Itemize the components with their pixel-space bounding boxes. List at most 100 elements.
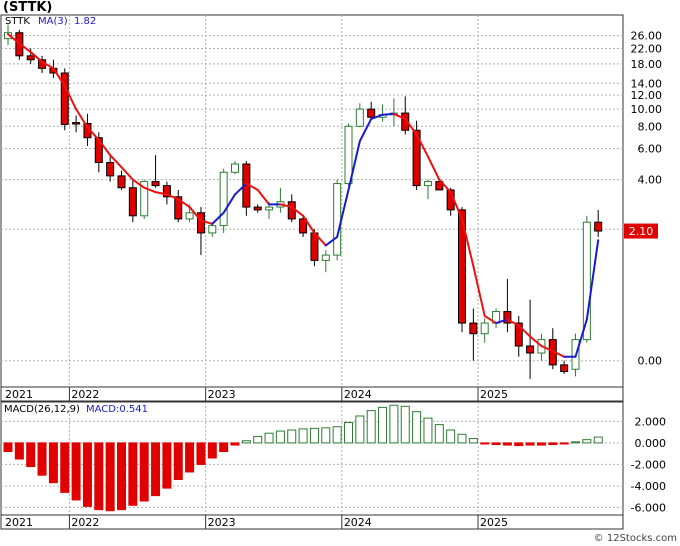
macd-bar-negative xyxy=(37,442,47,476)
price-badge-label: 2.10 xyxy=(629,225,654,238)
macd-bar-negative xyxy=(82,442,92,507)
candle-body-down xyxy=(26,55,35,61)
watermark: © 12Stocks.com xyxy=(594,533,677,544)
candle xyxy=(582,215,591,343)
macd-bar-positive xyxy=(344,421,353,444)
macd-bar-negative xyxy=(514,442,524,447)
macd-bar-negative xyxy=(94,442,104,511)
price-y-tick-label: 10.00 xyxy=(631,103,663,116)
candle-body-down xyxy=(196,212,205,234)
candle xyxy=(242,160,251,216)
macd-bar-positive xyxy=(446,429,456,444)
candle-body-down xyxy=(106,161,115,177)
macd-bar-negative xyxy=(151,442,161,497)
macd-bar-negative xyxy=(71,442,81,501)
macd-x-tick-label: 2021 xyxy=(5,516,33,529)
macd-bar-positive xyxy=(412,411,422,444)
macd-bar-negative xyxy=(128,442,138,506)
price-x-tick-label: 2025 xyxy=(480,388,508,401)
macd-bar-negative xyxy=(207,442,217,459)
candle-body-down xyxy=(560,364,569,373)
ma-segment xyxy=(381,112,395,116)
legend-ma-value: 1.82 xyxy=(74,16,96,27)
macd-bar-negative xyxy=(559,442,569,445)
candle-body-down xyxy=(72,122,81,125)
macd-bar-negative xyxy=(139,442,149,502)
macd-bar-positive xyxy=(287,429,297,444)
macd-y-tick-label: -4.000 xyxy=(631,480,666,493)
price-y-tick-label: 0.00 xyxy=(638,355,663,368)
candle-body-down xyxy=(594,221,603,232)
macd-bar-positive xyxy=(241,440,251,444)
candle-body-up xyxy=(208,225,217,234)
price-y-tick-label: 12.00 xyxy=(631,89,663,102)
macd-bar-positive xyxy=(434,424,444,444)
candle-body-up xyxy=(423,181,432,187)
candle-body-up xyxy=(355,108,364,127)
price-x-tick-label: 2024 xyxy=(344,388,372,401)
macd-bar-negative xyxy=(536,442,546,446)
candle xyxy=(60,68,69,131)
candle-body-up xyxy=(321,254,330,261)
legend-ma-label: MA(3) xyxy=(38,16,68,27)
price-x-tick-label: 2023 xyxy=(208,388,236,401)
macd-bar-negative xyxy=(173,442,183,480)
price-y-tick-label: 22.00 xyxy=(631,42,663,55)
price-y-tick-label: 18.00 xyxy=(631,58,663,71)
macd-bar-negative xyxy=(105,442,115,512)
macd-bar-negative xyxy=(230,442,240,446)
macd-bar-positive xyxy=(309,427,319,444)
macd-bar-negative xyxy=(117,442,126,511)
macd-bar-negative xyxy=(14,442,24,460)
macd-bar-positive xyxy=(332,426,342,444)
macd-bar-positive xyxy=(298,428,308,444)
macd-bar-positive xyxy=(321,427,331,444)
candle-body-up xyxy=(219,171,228,227)
macd-bar-positive xyxy=(457,433,467,444)
price-y-tick-label: 4.00 xyxy=(638,174,663,187)
price-y-tick-label: 8.00 xyxy=(638,120,663,133)
candle-body-up xyxy=(480,322,489,335)
candle-body-down xyxy=(287,201,296,220)
macd-bar-negative xyxy=(162,442,172,489)
macd-y-tick-label: 2.000 xyxy=(635,415,667,428)
candle-body-down xyxy=(151,181,160,187)
macd-bar-negative xyxy=(48,442,58,484)
candle-body-down xyxy=(128,187,137,217)
candle-body-down xyxy=(253,206,262,211)
macd-legend-label: MACD(26,12,9) xyxy=(4,404,80,415)
macd-x-tick-label: 2022 xyxy=(71,516,99,529)
macd-bar-positive xyxy=(253,435,263,444)
price-y-tick-label: 6.00 xyxy=(638,142,663,155)
macd-legend-value: MACD:0.541 xyxy=(86,404,148,415)
macd-bar-negative xyxy=(219,442,229,453)
macd-y-tick-label: -6.000 xyxy=(631,501,666,514)
macd-bar-positive xyxy=(571,441,580,444)
macd-bar-negative xyxy=(491,442,501,446)
macd-bar-positive xyxy=(593,436,603,444)
macd-bar-positive xyxy=(468,438,478,444)
macd-bar-negative xyxy=(548,442,558,446)
macd-bar-negative xyxy=(196,442,206,465)
legend-symbol: STTK xyxy=(5,16,30,27)
stock-chart: 26.0022.0018.0014.0012.0010.008.006.004.… xyxy=(0,0,680,546)
price-x-tick-label: 2021 xyxy=(5,388,33,401)
macd-bar-positive xyxy=(378,406,388,444)
macd-bar-positive xyxy=(400,405,410,444)
candle xyxy=(219,168,228,233)
candle-body-down xyxy=(469,322,478,335)
candle-body-up xyxy=(231,163,239,173)
price-x-tick-label: 2022 xyxy=(71,388,99,401)
macd-bar-positive xyxy=(423,417,433,444)
macd-bar-negative xyxy=(480,442,490,445)
macd-bar-positive xyxy=(264,432,274,444)
macd-bar-negative xyxy=(185,442,195,473)
chart-title: (STTK) xyxy=(3,0,52,15)
macd-bar-positive xyxy=(389,404,399,444)
macd-y-tick-label: -2.000 xyxy=(631,458,666,471)
macd-x-tick-label: 2025 xyxy=(480,516,508,529)
macd-bar-negative xyxy=(502,442,512,446)
candle-body-up xyxy=(185,212,194,220)
macd-y-tick-label: 0.000 xyxy=(635,437,667,450)
macd-bar-positive xyxy=(275,430,285,444)
